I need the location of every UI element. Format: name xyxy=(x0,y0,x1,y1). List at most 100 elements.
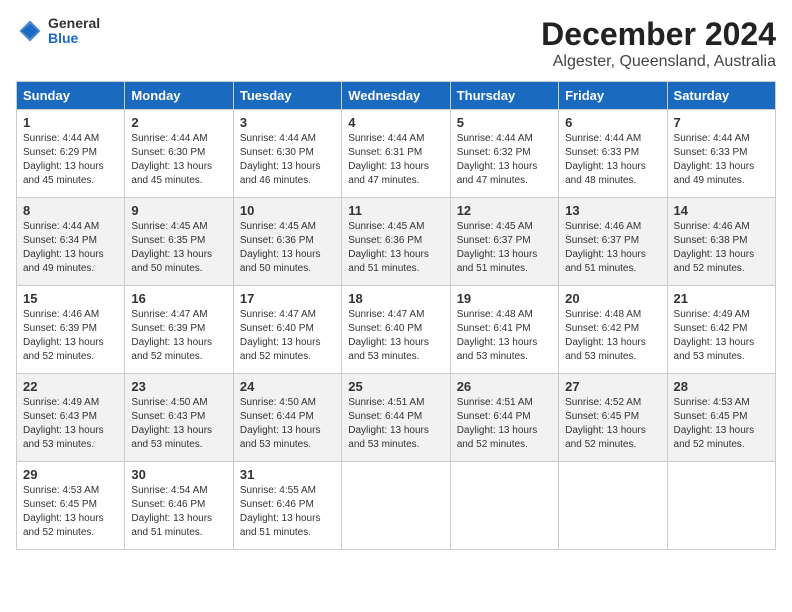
day-info: Sunrise: 4:49 AMSunset: 6:43 PMDaylight:… xyxy=(23,396,118,452)
day-cell-3: 3 Sunrise: 4:44 AMSunset: 6:30 PMDaylight… xyxy=(233,110,341,198)
day-cell-13: 13Sunrise: 4:46 AMSunset: 6:37 PMDayligh… xyxy=(559,198,667,286)
day-info: Sunrise: 4:44 AMSunset: 6:34 PMDaylight:… xyxy=(23,220,118,276)
day-info: Sunrise: 4:44 AMSunset: 6:29 PMDaylight:… xyxy=(23,132,118,188)
day-info: Sunrise: 4:48 AMSunset: 6:42 PMDaylight:… xyxy=(565,308,660,364)
day-number: 24 xyxy=(240,379,335,394)
day-number: 3 xyxy=(240,115,335,130)
header-monday: Monday xyxy=(125,82,233,110)
logo-general: General xyxy=(48,16,100,31)
day-number: 28 xyxy=(674,379,769,394)
day-info: Sunrise: 4:47 AMSunset: 6:39 PMDaylight:… xyxy=(131,308,226,364)
day-info: Sunrise: 4:45 AMSunset: 6:37 PMDaylight:… xyxy=(457,220,552,276)
day-cell-6: 6 Sunrise: 4:44 AMSunset: 6:33 PMDaylight… xyxy=(559,110,667,198)
logo-blue: Blue xyxy=(48,31,100,46)
day-cell-8: 8Sunrise: 4:44 AMSunset: 6:34 PMDaylight… xyxy=(17,198,125,286)
day-number: 18 xyxy=(348,291,443,306)
main-title: December 2024 xyxy=(541,16,776,53)
logo-icon xyxy=(16,17,44,45)
day-info: Sunrise: 4:53 AMSunset: 6:45 PMDaylight:… xyxy=(674,396,769,452)
day-info: Sunrise: 4:46 AMSunset: 6:38 PMDaylight:… xyxy=(674,220,769,276)
day-number: 17 xyxy=(240,291,335,306)
day-cell-12: 12Sunrise: 4:45 AMSunset: 6:37 PMDayligh… xyxy=(450,198,558,286)
empty-cell xyxy=(450,462,558,550)
day-number: 2 xyxy=(131,115,226,130)
day-info: Sunrise: 4:55 AMSunset: 6:46 PMDaylight:… xyxy=(240,484,335,540)
day-cell-28: 28 Sunrise: 4:53 AMSunset: 6:45 PMDayligh… xyxy=(667,374,775,462)
day-info: Sunrise: 4:47 AMSunset: 6:40 PMDaylight:… xyxy=(348,308,443,364)
header-thursday: Thursday xyxy=(450,82,558,110)
header-sunday: Sunday xyxy=(17,82,125,110)
empty-cell xyxy=(342,462,450,550)
subtitle: Algester, Queensland, Australia xyxy=(541,53,776,71)
day-info: Sunrise: 4:54 AMSunset: 6:46 PMDaylight:… xyxy=(131,484,226,540)
day-number: 14 xyxy=(674,203,769,218)
day-info: Sunrise: 4:46 AMSunset: 6:37 PMDaylight:… xyxy=(565,220,660,276)
day-cell-10: 10 Sunrise: 4:45 AMSunset: 6:36 PMDayligh… xyxy=(233,198,341,286)
calendar-week-4: 22Sunrise: 4:49 AMSunset: 6:43 PMDayligh… xyxy=(17,374,776,462)
title-area: December 2024 Algester, Queensland, Aust… xyxy=(541,16,776,71)
day-info: Sunrise: 4:44 AMSunset: 6:32 PMDaylight:… xyxy=(457,132,552,188)
day-info: Sunrise: 4:45 AMSunset: 6:35 PMDaylight:… xyxy=(131,220,226,276)
day-cell-31: 31 Sunrise: 4:55 AMSunset: 6:46 PMDayligh… xyxy=(233,462,341,550)
logo-text: General Blue xyxy=(48,16,100,47)
day-cell-20: 20 Sunrise: 4:48 AMSunset: 6:42 PMDayligh… xyxy=(559,286,667,374)
day-cell-25: 25 Sunrise: 4:51 AMSunset: 6:44 PMDayligh… xyxy=(342,374,450,462)
day-cell-23: 23Sunrise: 4:50 AMSunset: 6:43 PMDayligh… xyxy=(125,374,233,462)
day-number: 31 xyxy=(240,467,335,482)
day-cell-22: 22Sunrise: 4:49 AMSunset: 6:43 PMDayligh… xyxy=(17,374,125,462)
day-number: 7 xyxy=(674,115,769,130)
day-cell-5: 5 Sunrise: 4:44 AMSunset: 6:32 PMDaylight… xyxy=(450,110,558,198)
day-info: Sunrise: 4:52 AMSunset: 6:45 PMDaylight:… xyxy=(565,396,660,452)
day-number: 1 xyxy=(23,115,118,130)
day-number: 25 xyxy=(348,379,443,394)
day-number: 6 xyxy=(565,115,660,130)
day-info: Sunrise: 4:48 AMSunset: 6:41 PMDaylight:… xyxy=(457,308,552,364)
day-cell-24: 24 Sunrise: 4:50 AMSunset: 6:44 PMDayligh… xyxy=(233,374,341,462)
logo: General Blue xyxy=(16,16,100,47)
empty-cell xyxy=(559,462,667,550)
day-number: 27 xyxy=(565,379,660,394)
day-info: Sunrise: 4:44 AMSunset: 6:33 PMDaylight:… xyxy=(565,132,660,188)
day-number: 29 xyxy=(23,467,118,482)
day-number: 19 xyxy=(457,291,552,306)
day-info: Sunrise: 4:51 AMSunset: 6:44 PMDaylight:… xyxy=(457,396,552,452)
day-cell-18: 18 Sunrise: 4:47 AMSunset: 6:40 PMDayligh… xyxy=(342,286,450,374)
calendar: Sunday Monday Tuesday Wednesday Thursday… xyxy=(16,81,776,550)
day-cell-27: 27 Sunrise: 4:52 AMSunset: 6:45 PMDayligh… xyxy=(559,374,667,462)
day-cell-1: 1 Sunrise: 4:44 AMSunset: 6:29 PMDaylight… xyxy=(17,110,125,198)
day-info: Sunrise: 4:45 AMSunset: 6:36 PMDaylight:… xyxy=(240,220,335,276)
header-wednesday: Wednesday xyxy=(342,82,450,110)
calendar-week-2: 8Sunrise: 4:44 AMSunset: 6:34 PMDaylight… xyxy=(17,198,776,286)
day-number: 21 xyxy=(674,291,769,306)
calendar-header-row: Sunday Monday Tuesday Wednesday Thursday… xyxy=(17,82,776,110)
day-cell-2: 2 Sunrise: 4:44 AMSunset: 6:30 PMDaylight… xyxy=(125,110,233,198)
day-cell-14: 14 Sunrise: 4:46 AMSunset: 6:38 PMDayligh… xyxy=(667,198,775,286)
day-info: Sunrise: 4:51 AMSunset: 6:44 PMDaylight:… xyxy=(348,396,443,452)
day-cell-11: 11 Sunrise: 4:45 AMSunset: 6:36 PMDayligh… xyxy=(342,198,450,286)
day-cell-4: 4Sunrise: 4:44 AMSunset: 6:31 PMDaylight… xyxy=(342,110,450,198)
day-info: Sunrise: 4:50 AMSunset: 6:44 PMDaylight:… xyxy=(240,396,335,452)
day-number: 4 xyxy=(348,115,443,130)
calendar-week-1: 1 Sunrise: 4:44 AMSunset: 6:29 PMDaylight… xyxy=(17,110,776,198)
day-number: 23 xyxy=(131,379,226,394)
day-cell-30: 30Sunrise: 4:54 AMSunset: 6:46 PMDayligh… xyxy=(125,462,233,550)
day-info: Sunrise: 4:44 AMSunset: 6:33 PMDaylight:… xyxy=(674,132,769,188)
header-saturday: Saturday xyxy=(667,82,775,110)
day-number: 9 xyxy=(131,203,226,218)
day-number: 10 xyxy=(240,203,335,218)
calendar-week-3: 15Sunrise: 4:46 AMSunset: 6:39 PMDayligh… xyxy=(17,286,776,374)
header-friday: Friday xyxy=(559,82,667,110)
day-number: 11 xyxy=(348,203,443,218)
day-cell-21: 21 Sunrise: 4:49 AMSunset: 6:42 PMDayligh… xyxy=(667,286,775,374)
day-cell-7: 7 Sunrise: 4:44 AMSunset: 6:33 PMDaylight… xyxy=(667,110,775,198)
day-info: Sunrise: 4:49 AMSunset: 6:42 PMDaylight:… xyxy=(674,308,769,364)
day-number: 5 xyxy=(457,115,552,130)
day-info: Sunrise: 4:44 AMSunset: 6:30 PMDaylight:… xyxy=(131,132,226,188)
day-number: 20 xyxy=(565,291,660,306)
header: General Blue December 2024 Algester, Que… xyxy=(16,16,776,71)
day-cell-19: 19 Sunrise: 4:48 AMSunset: 6:41 PMDayligh… xyxy=(450,286,558,374)
day-info: Sunrise: 4:44 AMSunset: 6:30 PMDaylight:… xyxy=(240,132,335,188)
empty-cell xyxy=(667,462,775,550)
day-number: 15 xyxy=(23,291,118,306)
day-info: Sunrise: 4:45 AMSunset: 6:36 PMDaylight:… xyxy=(348,220,443,276)
